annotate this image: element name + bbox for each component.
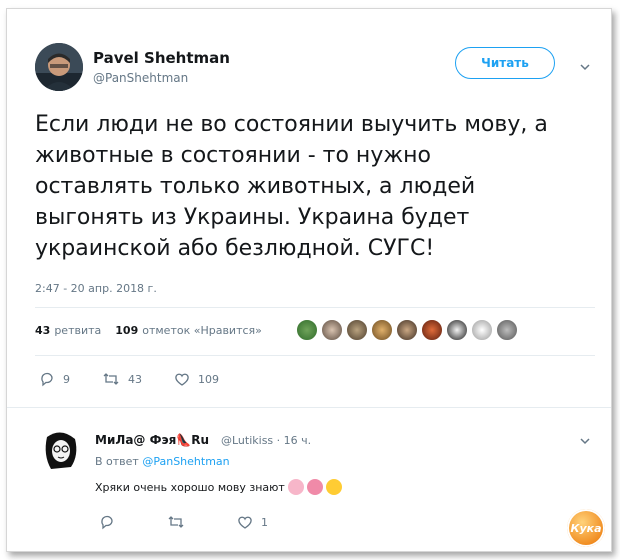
divider — [35, 355, 595, 356]
liker-avatar[interactable] — [421, 319, 443, 341]
follow-button[interactable]: Читать — [455, 47, 555, 79]
reply-to-line: В ответ @PanShehtman — [95, 455, 230, 468]
like-count: 109 — [198, 372, 219, 386]
reply-actions: 1 — [99, 514, 300, 530]
reply-text: Хряки очень хорошо мову знают — [95, 480, 285, 494]
retweet-icon — [168, 516, 184, 528]
reply-author-avatar[interactable] — [37, 427, 85, 475]
retweets-count[interactable]: 43 — [35, 324, 50, 337]
tweet-actions: 9 43 109 — [39, 371, 251, 387]
tweet-stats: 43 ретвита 109 отметок «Нравится» — [35, 324, 262, 337]
reply-like-button[interactable]: 1 — [237, 514, 268, 530]
reply-button[interactable]: 9 — [39, 371, 70, 387]
grin-emoji-icon — [325, 479, 342, 495]
chevron-down-icon[interactable] — [579, 435, 591, 447]
tweet-card: Pavel Shehtman @PanShehtman Читать Если … — [6, 8, 612, 552]
author-avatar[interactable] — [35, 43, 83, 91]
like-button[interactable]: 109 — [174, 371, 219, 387]
watermark-logo: Кука — [567, 509, 605, 547]
liker-avatar[interactable] — [496, 319, 518, 341]
retweets-label[interactable]: ретвита — [54, 324, 101, 337]
liker-avatar[interactable] — [396, 319, 418, 341]
retweet-icon — [103, 373, 119, 385]
reply-to-handle[interactable]: @PanShehtman — [142, 455, 229, 468]
author-name[interactable]: Pavel Shehtman — [93, 49, 230, 67]
tweet-timestamp[interactable]: 2:47 - 20 апр. 2018 г. — [35, 282, 157, 295]
divider — [35, 307, 595, 308]
chevron-down-icon[interactable] — [579, 61, 591, 73]
likes-label[interactable]: отметок «Нравится» — [142, 324, 262, 337]
likes-count[interactable]: 109 — [115, 324, 138, 337]
heart-icon — [238, 516, 252, 529]
author-handle[interactable]: @PanShehtman — [93, 71, 188, 85]
reply-retweet-button[interactable] — [167, 514, 193, 530]
reply-text-row: Хряки очень хорошо мову знают — [95, 479, 342, 495]
retweet-count: 43 — [128, 372, 142, 386]
retweet-button[interactable]: 43 — [102, 371, 142, 387]
liker-avatar[interactable] — [346, 319, 368, 341]
reply-icon — [101, 515, 113, 530]
divider — [7, 407, 611, 408]
liker-avatar[interactable] — [296, 319, 318, 341]
pig-face-emoji-icon — [306, 479, 323, 495]
liker-avatar[interactable] — [371, 319, 393, 341]
reply-author-handle[interactable]: @Lutikiss · 16 ч. — [221, 434, 311, 447]
reply-author-name[interactable]: МиЛа@ Фэя👠Ru — [95, 433, 209, 447]
pig-nose-emoji-icon — [287, 479, 304, 495]
reply-like-count: 1 — [261, 515, 268, 529]
watermark-text: Кука — [570, 521, 602, 535]
tweet-text: Если люди не во состоянии выучить мову, … — [35, 112, 548, 261]
likers-avatars — [296, 319, 521, 341]
reply-to-prefix: В ответ — [95, 455, 139, 468]
liker-avatar[interactable] — [446, 319, 468, 341]
liker-avatar[interactable] — [321, 319, 343, 341]
liker-avatar[interactable] — [471, 319, 493, 341]
heart-icon — [175, 373, 189, 386]
reply-count: 9 — [63, 372, 70, 386]
reply-reply-button[interactable] — [99, 514, 123, 530]
reply-icon — [41, 372, 53, 387]
